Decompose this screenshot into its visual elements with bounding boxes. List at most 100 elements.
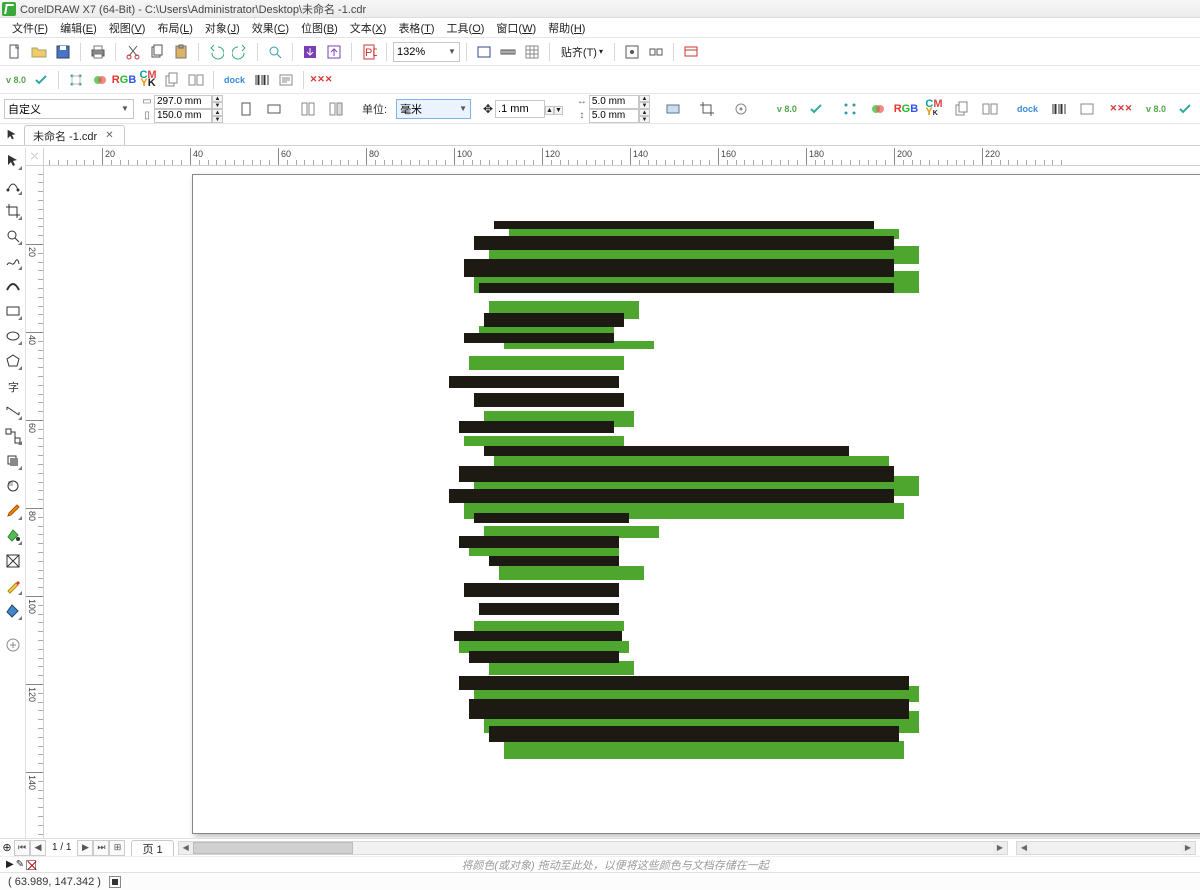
- open-options-button[interactable]: [730, 98, 752, 120]
- last-page-button[interactable]: ⏭: [93, 840, 109, 856]
- delete-macro-2-button[interactable]: ✕✕✕: [1110, 98, 1132, 120]
- menu-tools[interactable]: 工具(O): [441, 18, 491, 38]
- menu-object[interactable]: 对象(J): [199, 18, 246, 38]
- fill-tool[interactable]: [2, 600, 24, 622]
- secondary-scrollbar[interactable]: ◀ ▶: [1016, 841, 1196, 855]
- menu-layout[interactable]: 布局(L): [151, 18, 198, 38]
- close-tab-icon[interactable]: ✕: [105, 130, 113, 141]
- zoom-tool[interactable]: [2, 225, 24, 247]
- save-button[interactable]: [52, 41, 74, 63]
- search-button[interactable]: [264, 41, 286, 63]
- snap-dropdown[interactable]: 贴齐(T) ▾: [556, 41, 608, 63]
- align-nodes-button[interactable]: [65, 69, 87, 91]
- scroll-right-2-button[interactable]: ▶: [1181, 842, 1195, 854]
- crop-tool[interactable]: [2, 200, 24, 222]
- portrait-button[interactable]: [235, 98, 257, 120]
- text-macro-2-button[interactable]: [1076, 98, 1098, 120]
- menu-table[interactable]: 表格(T): [392, 18, 440, 38]
- first-page-button[interactable]: ⏮: [14, 840, 30, 856]
- ellipse-tool[interactable]: [2, 325, 24, 347]
- eyedropper-tool[interactable]: [2, 500, 24, 522]
- menu-effects[interactable]: 效果(C): [246, 18, 295, 38]
- menu-help[interactable]: 帮助(H): [542, 18, 591, 38]
- print-button[interactable]: [87, 41, 109, 63]
- dock-button[interactable]: dock: [220, 69, 249, 91]
- scroll-left-2-button[interactable]: ◀: [1017, 842, 1031, 854]
- polygon-tool[interactable]: [2, 350, 24, 372]
- cmyk-2-button[interactable]: CMYK: [923, 98, 945, 120]
- nudge-stepper[interactable]: ▲▼: [545, 103, 563, 115]
- scroll-right-button[interactable]: ▶: [993, 842, 1007, 854]
- canvas[interactable]: [44, 166, 1200, 838]
- barcode-2-button[interactable]: [1048, 98, 1070, 120]
- vertical-ruler[interactable]: 020406080100120140: [26, 166, 44, 838]
- zoom-input[interactable]: [397, 46, 445, 58]
- parallel-dim-tool[interactable]: [2, 400, 24, 422]
- menu-window[interactable]: 窗口(W): [490, 18, 542, 38]
- outline-pen-tool[interactable]: [2, 575, 24, 597]
- horizontal-ruler[interactable]: 020406080100120140160180200220: [44, 148, 1200, 166]
- artistic-media-tool[interactable]: [2, 275, 24, 297]
- color-replace-button[interactable]: [89, 69, 111, 91]
- interactive-fill-tool[interactable]: [2, 525, 24, 547]
- width-stepper[interactable]: ▲▼: [212, 95, 223, 109]
- quick-customize-button[interactable]: [2, 634, 24, 656]
- export-button[interactable]: [323, 41, 345, 63]
- open-button[interactable]: [28, 41, 50, 63]
- multi-page-button[interactable]: [185, 69, 207, 91]
- macro-r1-button[interactable]: [805, 98, 827, 120]
- paste-button[interactable]: [170, 41, 192, 63]
- menu-edit[interactable]: 编辑(E): [54, 18, 103, 38]
- freehand-tool[interactable]: [2, 250, 24, 272]
- menu-text[interactable]: 文本(X): [344, 18, 393, 38]
- scroll-thumb[interactable]: [193, 842, 353, 854]
- publish-pdf-button[interactable]: PDF: [358, 41, 380, 63]
- scroll-left-button[interactable]: ◀: [179, 842, 193, 854]
- app-launcher-button[interactable]: [680, 41, 702, 63]
- cut-button[interactable]: [122, 41, 144, 63]
- page-width-input[interactable]: [154, 95, 212, 109]
- options-button[interactable]: [621, 41, 643, 63]
- document-tab[interactable]: 未命名 -1.cdr ✕: [24, 125, 125, 145]
- ruler-origin[interactable]: ⤫: [26, 148, 44, 166]
- macro-1-button[interactable]: [30, 69, 52, 91]
- text-macro-button[interactable]: [275, 69, 297, 91]
- align-nodes-2-button[interactable]: [839, 98, 861, 120]
- delete-macro-button[interactable]: ✕✕✕: [310, 69, 332, 91]
- dup-page-2-button[interactable]: [951, 98, 973, 120]
- nudge-input[interactable]: [495, 100, 545, 118]
- text-tool[interactable]: 字: [2, 375, 24, 397]
- menu-file[interactable]: 文件(F): [6, 18, 54, 38]
- rgb-2-button[interactable]: RGB: [895, 98, 917, 120]
- current-page-button[interactable]: [325, 98, 347, 120]
- drop-shadow-tool[interactable]: [2, 450, 24, 472]
- page-tab[interactable]: 页 1: [131, 840, 173, 856]
- pick-tool[interactable]: [2, 150, 24, 172]
- launch-button[interactable]: [645, 41, 667, 63]
- dup-y-stepper[interactable]: ▲▼: [639, 109, 650, 123]
- add-page-after-button[interactable]: ⊞: [109, 840, 125, 856]
- page-preset-input[interactable]: [8, 103, 118, 115]
- fullscreen-button[interactable]: [473, 41, 495, 63]
- rectangle-tool[interactable]: [2, 300, 24, 322]
- connector-tool[interactable]: [2, 425, 24, 447]
- add-page-button[interactable]: ⊕: [0, 840, 14, 856]
- units-combo[interactable]: ▼: [396, 99, 471, 119]
- horizontal-scrollbar[interactable]: ◀ ▶: [178, 841, 1008, 855]
- treat-as-button[interactable]: [662, 98, 684, 120]
- next-page-button[interactable]: ▶: [77, 840, 93, 856]
- dup-x-stepper[interactable]: ▲▼: [639, 95, 650, 109]
- show-rulers-button[interactable]: [497, 41, 519, 63]
- dup-page-button[interactable]: [161, 69, 183, 91]
- landscape-button[interactable]: [263, 98, 285, 120]
- new-button[interactable]: [4, 41, 26, 63]
- dup-x-input[interactable]: [589, 95, 639, 109]
- shape-tool[interactable]: [2, 175, 24, 197]
- multi-page-2-button[interactable]: [979, 98, 1001, 120]
- rgb-button[interactable]: RGB: [113, 69, 135, 91]
- redo-button[interactable]: [229, 41, 251, 63]
- height-stepper[interactable]: ▲▼: [212, 109, 223, 123]
- document-palette[interactable]: ▶ ✎ 将颜色(或对象) 拖动至此处，以便将这些颜色与文档存储在一起: [0, 856, 1200, 872]
- no-color-swatch[interactable]: [26, 860, 36, 870]
- prev-page-button[interactable]: ◀: [30, 840, 46, 856]
